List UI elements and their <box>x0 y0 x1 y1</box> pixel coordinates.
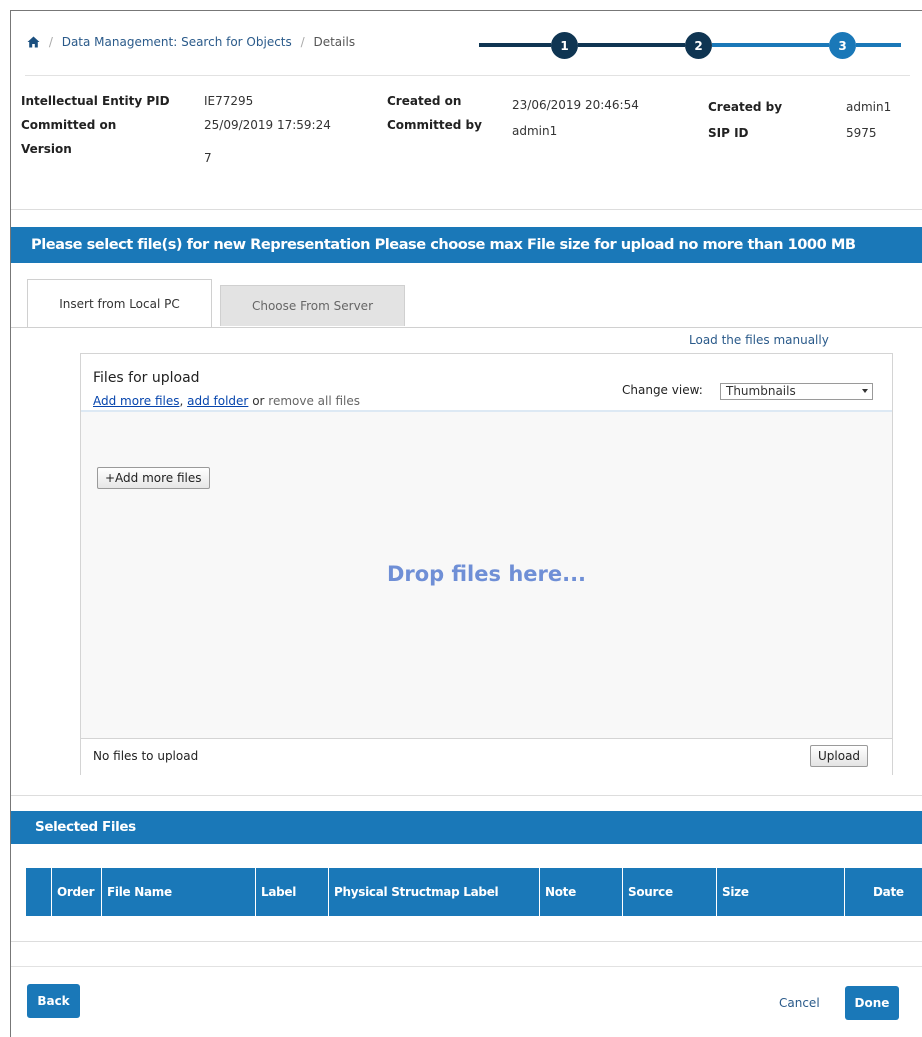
created-by-value: admin1 <box>846 100 892 114</box>
column-header-order[interactable]: Order <box>51 868 101 916</box>
breadcrumb: / Data Management: Search for Objects / … <box>27 35 355 51</box>
breadcrumb-separator: / <box>300 35 305 49</box>
window-frame: / Data Management: Search for Objects / … <box>10 10 922 1037</box>
column-header-date[interactable]: Date <box>844 868 922 916</box>
load-files-manually-link[interactable]: Load the files manually <box>689 333 829 347</box>
version-value: 7 <box>204 151 212 165</box>
ie-pid-label: Intellectual Entity PID <box>21 94 170 108</box>
add-folder-link[interactable]: add folder <box>187 394 248 408</box>
stepper-connector <box>479 43 551 47</box>
divider <box>11 966 922 967</box>
column-header-size[interactable]: Size <box>716 868 844 916</box>
sip-id-label: SIP ID <box>708 126 749 140</box>
cancel-link[interactable]: Cancel <box>779 996 820 1010</box>
committed-on-value: 25/09/2019 17:59:24 <box>204 118 331 132</box>
divider <box>25 75 910 76</box>
selected-files-header: Selected Files <box>11 811 922 844</box>
column-header-note[interactable]: Note <box>539 868 622 916</box>
column-header-source[interactable]: Source <box>622 868 716 916</box>
sip-id-value: 5975 <box>846 126 877 140</box>
upload-instructions-banner: Please select file(s) for new Representa… <box>11 227 922 263</box>
divider <box>11 795 922 796</box>
column-header-label[interactable]: Label <box>255 868 328 916</box>
drop-zone-text[interactable]: Drop files here... <box>81 562 892 586</box>
add-more-files-link[interactable]: Add more files <box>93 394 179 408</box>
change-view-label: Change view: <box>622 383 703 397</box>
tab-choose-from-server[interactable]: Choose From Server <box>220 285 405 326</box>
created-on-value: 23/06/2019 20:46:54 <box>512 98 639 112</box>
column-header-select <box>26 868 51 916</box>
remove-all-files-link[interactable]: remove all files <box>268 394 360 408</box>
ie-pid-value: IE77295 <box>204 94 254 108</box>
add-more-files-button[interactable]: +Add more files <box>97 467 210 489</box>
tab-baseline <box>11 327 922 328</box>
chevron-down-icon <box>862 389 868 393</box>
stepper-connector <box>856 43 901 47</box>
comma-separator: , <box>179 394 188 408</box>
breadcrumb-separator: / <box>48 35 53 49</box>
stepper-connector <box>712 43 829 47</box>
done-button[interactable]: Done <box>845 986 899 1020</box>
column-header-physical-structmap-label[interactable]: Physical Structmap Label <box>328 868 539 916</box>
stepper-connector <box>578 43 685 47</box>
home-icon[interactable] <box>27 36 40 51</box>
uploader-header: Files for upload Add more files, add fol… <box>81 354 892 412</box>
column-header-file-name[interactable]: File Name <box>101 868 255 916</box>
divider <box>11 941 922 942</box>
tab-insert-from-local-pc[interactable]: Insert from Local PC <box>27 279 212 328</box>
entity-metadata: Intellectual Entity PID IE77295 Committe… <box>11 93 922 193</box>
file-uploader: Files for upload Add more files, add fol… <box>80 353 893 775</box>
committed-by-value: admin1 <box>512 124 558 138</box>
uploader-title: Files for upload <box>93 370 200 386</box>
step-2: 2 <box>685 32 712 59</box>
uploader-actions: Add more files, add folder or remove all… <box>93 394 360 408</box>
view-select-value: Thumbnails <box>726 384 796 398</box>
committed-on-label: Committed on <box>21 118 117 132</box>
version-label: Version <box>21 142 72 156</box>
or-text: or <box>248 394 269 408</box>
upload-button[interactable]: Upload <box>810 745 869 767</box>
change-view-select[interactable]: Thumbnails <box>720 383 873 400</box>
uploader-footer: No files to upload Upload <box>81 738 892 775</box>
breadcrumb-data-management[interactable]: Data Management: Search for Objects <box>62 35 292 49</box>
created-on-label: Created on <box>387 94 462 108</box>
created-by-label: Created by <box>708 100 783 114</box>
step-3: 3 <box>829 32 856 59</box>
divider <box>11 209 922 210</box>
committed-by-label: Committed by <box>387 118 482 132</box>
breadcrumb-details: Details <box>313 35 356 49</box>
step-1: 1 <box>551 32 578 59</box>
back-button[interactable]: Back <box>27 984 80 1018</box>
wizard-stepper: 1 2 3 <box>479 29 909 63</box>
upload-status: No files to upload <box>93 749 199 763</box>
selected-files-table-header: Order File Name Label Physical Structmap… <box>26 868 922 916</box>
